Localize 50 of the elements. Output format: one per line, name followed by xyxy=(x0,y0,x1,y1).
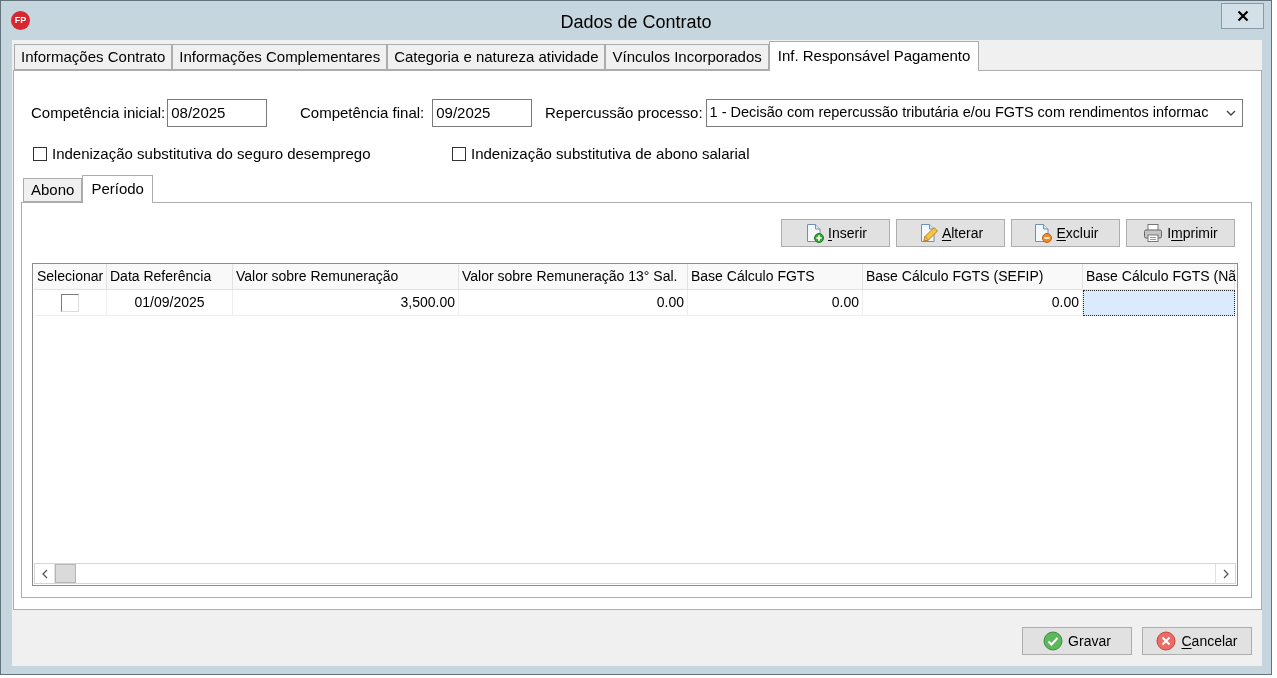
table-cell: 0.00 xyxy=(688,290,863,316)
document-minus-icon xyxy=(1032,223,1053,243)
delete-button[interactable]: Excluir xyxy=(1011,219,1120,247)
column-header[interactable]: Base Cálculo FGTS (SEFIP) xyxy=(863,264,1083,290)
table-cell: 0.00 xyxy=(863,290,1083,316)
scrollbar-thumb[interactable] xyxy=(55,564,76,583)
column-header[interactable]: Base Cálculo FGTS (Nã xyxy=(1083,264,1235,290)
printer-icon xyxy=(1143,223,1164,243)
column-header[interactable]: Valor sobre Remuneração xyxy=(233,264,459,290)
chevron-down-icon xyxy=(1226,110,1236,116)
window-title: Dados de Contrato xyxy=(560,10,712,34)
close-icon xyxy=(1236,10,1249,22)
column-header[interactable]: Base Cálculo FGTS xyxy=(688,264,863,290)
text-field[interactable]: 08/2025 xyxy=(167,99,268,127)
table-cell: 01/09/2025 xyxy=(107,290,233,316)
insert-button[interactable]: Inserir xyxy=(781,219,890,247)
tab[interactable]: Vínculos Incorporados xyxy=(605,44,769,70)
close-button[interactable] xyxy=(1221,3,1264,29)
checkbox[interactable] xyxy=(61,293,79,312)
checkbox[interactable] xyxy=(33,147,47,161)
field-label: Competência inicial: xyxy=(31,102,166,123)
column-header[interactable]: Valor sobre Remuneração 13° Sal. xyxy=(459,264,688,290)
column-header[interactable]: Selecionar xyxy=(34,264,107,290)
horizontal-scrollbar[interactable] xyxy=(34,563,1236,584)
dropdown[interactable]: 1 - Decisão com repercussão tributária e/ou FGTS com rendimentos informac xyxy=(705,99,1243,127)
edit-button[interactable]: Alterar xyxy=(896,219,1005,247)
tab[interactable]: Abono xyxy=(23,178,83,202)
app-logo: FP xyxy=(11,11,30,30)
tab[interactable]: Informações Complementares xyxy=(172,44,388,70)
cancel-button[interactable]: Cancelar xyxy=(1142,627,1252,655)
checkbox-label: Indenização substitutiva de abono salarial xyxy=(471,143,750,164)
print-button[interactable]: Imprimir xyxy=(1126,219,1235,247)
tab[interactable]: Inf. Responsável Pagamento xyxy=(768,41,980,71)
document-plus-icon xyxy=(804,223,825,243)
tab[interactable]: Informações Contrato xyxy=(14,44,173,70)
check-circle-icon xyxy=(1043,631,1064,651)
x-circle-icon xyxy=(1156,631,1177,651)
field-label: Competência final: xyxy=(300,102,425,123)
tab[interactable]: Categoria e natureza atividade xyxy=(387,44,606,70)
checkbox-label: Indenização substitutiva do seguro desemprego xyxy=(52,143,371,164)
save-button[interactable]: Gravar xyxy=(1022,627,1132,655)
chevron-right-icon xyxy=(1222,568,1229,579)
field-label: Repercussão processo: xyxy=(545,102,703,123)
table-cell: 0.00 xyxy=(459,290,688,316)
checkbox[interactable] xyxy=(452,147,466,161)
text-field[interactable]: 09/2025 xyxy=(432,99,533,127)
column-header[interactable]: Data Referência xyxy=(107,264,233,290)
tab[interactable]: Período xyxy=(82,175,153,203)
table-cell: 3,500.00 xyxy=(233,290,459,316)
chevron-left-icon xyxy=(41,568,48,579)
